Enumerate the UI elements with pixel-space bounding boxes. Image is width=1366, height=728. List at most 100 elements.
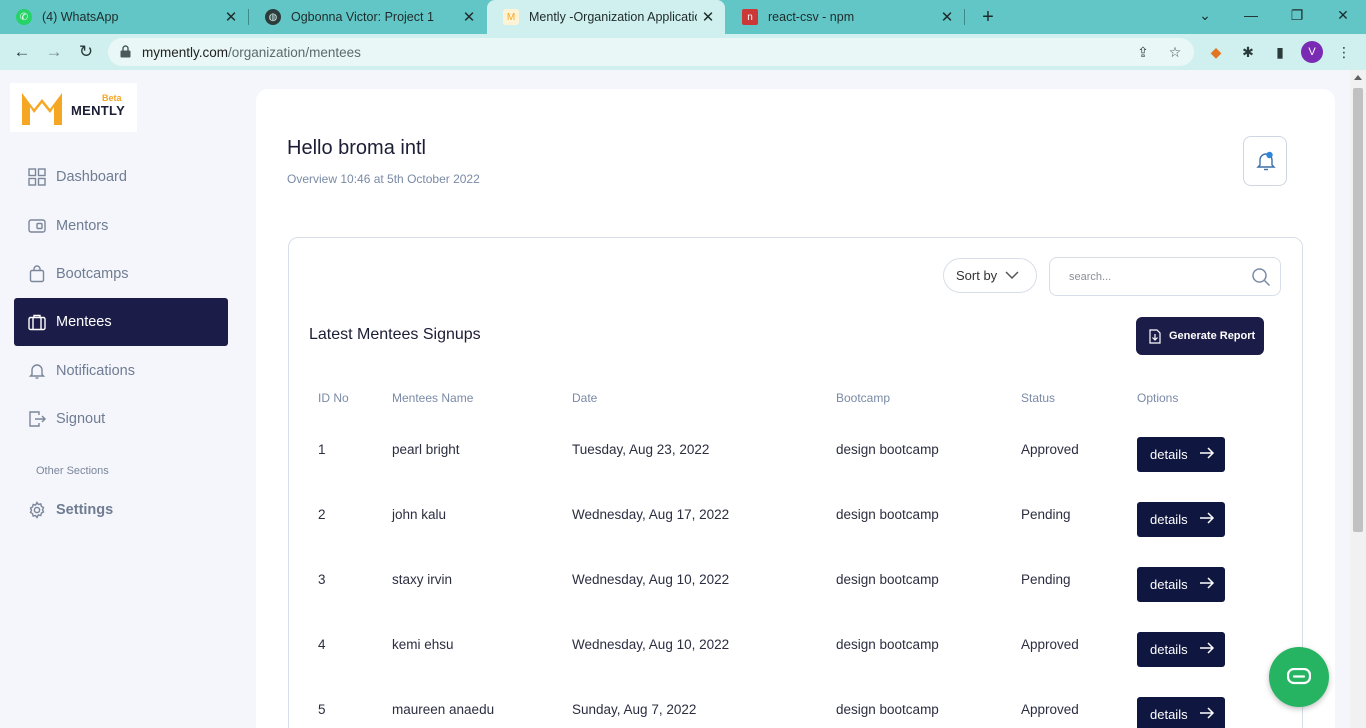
- sidebar-item-settings[interactable]: Settings: [14, 486, 228, 534]
- new-tab-icon[interactable]: +: [976, 5, 1000, 29]
- sidebar-item-label: Signout: [56, 411, 106, 427]
- cell-id: 2: [318, 507, 326, 522]
- cell-id: 3: [318, 572, 326, 587]
- mently-icon: M: [503, 9, 519, 25]
- browser-tab-npm[interactable]: n react-csv - npm ✕: [726, 0, 964, 34]
- scrollbar-thumb[interactable]: [1353, 88, 1363, 532]
- cell-status: Approved: [1021, 637, 1079, 652]
- minimize-icon[interactable]: —: [1228, 0, 1274, 30]
- sidebar-item-notifications[interactable]: Notifications: [14, 347, 228, 395]
- briefcase-icon: [28, 314, 46, 331]
- sidebar-item-label: Dashboard: [56, 169, 127, 185]
- cell-name: staxy irvin: [392, 572, 453, 587]
- sidebar-item-label: Bootcamps: [56, 266, 129, 282]
- cell-date: Sunday, Aug 7, 2022: [572, 702, 697, 717]
- cell-date: Wednesday, Aug 10, 2022: [572, 572, 730, 587]
- generate-report-label: Generate Report: [1169, 330, 1256, 342]
- sidepanel-icon[interactable]: ▮: [1270, 42, 1290, 62]
- search-icon[interactable]: [1251, 267, 1271, 287]
- column-header-status: Status: [1021, 391, 1056, 405]
- details-button[interactable]: details: [1137, 437, 1225, 472]
- sidebar-item-signout[interactable]: Signout: [14, 395, 228, 443]
- sidebar-item-bootcamps[interactable]: Bootcamps: [14, 250, 228, 298]
- details-label: details: [1150, 447, 1188, 462]
- column-header-bootcamp: Bootcamp: [836, 391, 891, 405]
- cell-id: 4: [318, 637, 326, 652]
- chat-icon: [1287, 668, 1311, 685]
- scroll-up-icon[interactable]: [1354, 75, 1362, 80]
- url-path: /organization/mentees: [228, 45, 361, 60]
- details-label: details: [1150, 577, 1188, 592]
- browser-tab-project[interactable]: ◍ Ogbonna Victor: Project 1 ✕: [249, 0, 486, 34]
- sidebar-item-mentors[interactable]: Mentors: [14, 202, 228, 250]
- document-icon: [1149, 328, 1161, 344]
- address-bar[interactable]: mymently.com/organization/mentees ⇪ ☆: [108, 38, 1194, 66]
- page-scrollbar[interactable]: [1350, 70, 1366, 728]
- metamask-icon[interactable]: ◆: [1206, 42, 1226, 62]
- overview-timestamp: Overview 10:46 at 5th October 2022: [287, 172, 480, 186]
- column-header-options: Options: [1137, 391, 1179, 405]
- chat-widget-button[interactable]: [1269, 647, 1329, 707]
- close-icon[interactable]: ✕: [458, 8, 480, 26]
- globe-icon: ◍: [265, 9, 281, 25]
- forward-icon[interactable]: →: [42, 40, 66, 64]
- main-panel: Hello broma intl Overview 10:46 at 5th O…: [256, 89, 1335, 728]
- close-icon[interactable]: ✕: [936, 8, 958, 26]
- browser-tab-whatsapp[interactable]: ✆ (4) WhatsApp ✕: [0, 0, 248, 34]
- sidebar-item-dashboard[interactable]: Dashboard: [14, 153, 228, 201]
- close-icon[interactable]: ✕: [697, 8, 719, 26]
- cell-bootcamp: design bootcamp: [836, 702, 939, 717]
- back-icon[interactable]: ←: [10, 40, 34, 64]
- generate-report-button[interactable]: Generate Report: [1136, 317, 1264, 355]
- other-sections-label: Other Sections: [36, 465, 109, 477]
- brand-name: MENTLY: [71, 103, 126, 118]
- cell-status: Approved: [1021, 442, 1079, 457]
- search-input[interactable]: [1049, 257, 1281, 296]
- extensions-icon[interactable]: ✱: [1238, 42, 1258, 62]
- mently-logo[interactable]: Beta MENTLY: [10, 83, 137, 132]
- chevron-down-icon: [1005, 271, 1019, 280]
- details-button[interactable]: details: [1137, 502, 1225, 537]
- details-label: details: [1150, 512, 1188, 527]
- cell-status: Approved: [1021, 702, 1079, 717]
- details-button[interactable]: details: [1137, 567, 1225, 602]
- column-header-id: ID No: [318, 391, 349, 405]
- npm-icon: n: [742, 9, 758, 25]
- browser-tab-mently[interactable]: M Mently -Organization Application ✕: [487, 0, 725, 34]
- notification-bell-button[interactable]: [1243, 136, 1287, 186]
- tab-title: (4) WhatsApp: [42, 10, 119, 24]
- cell-name: maureen anaedu: [392, 702, 495, 717]
- details-label: details: [1150, 707, 1188, 722]
- chevron-down-icon[interactable]: ⌄: [1182, 0, 1228, 30]
- cell-name: john kalu: [392, 507, 447, 522]
- details-button[interactable]: details: [1137, 632, 1225, 667]
- cell-status: Pending: [1021, 572, 1071, 587]
- star-icon[interactable]: ☆: [1166, 43, 1184, 61]
- cell-date: Wednesday, Aug 10, 2022: [572, 637, 730, 652]
- browser-tabstrip: ✆ (4) WhatsApp ✕ ◍ Ogbonna Victor: Proje…: [0, 0, 1366, 34]
- sort-dropdown[interactable]: Sort by: [943, 258, 1037, 293]
- tab-title: Mently -Organization Application: [529, 10, 697, 24]
- column-header-date: Date: [572, 391, 598, 405]
- share-icon[interactable]: ⇪: [1134, 43, 1152, 61]
- bell-icon: [28, 364, 46, 379]
- notification-bell-icon: [1256, 151, 1276, 171]
- close-icon[interactable]: ✕: [220, 8, 242, 26]
- sidebar-item-label: Mentors: [56, 218, 109, 234]
- restore-icon[interactable]: ❐: [1274, 0, 1320, 30]
- column-header-name: Mentees Name: [392, 391, 474, 405]
- page-title: Hello broma intl: [287, 137, 426, 159]
- beta-label: Beta: [102, 93, 122, 103]
- details-button[interactable]: details: [1137, 697, 1225, 728]
- signout-icon: [29, 411, 46, 427]
- details-label: details: [1150, 642, 1188, 657]
- gear-icon: [29, 501, 45, 519]
- window-close-icon[interactable]: ✕: [1320, 0, 1366, 30]
- reload-icon[interactable]: ↻: [74, 40, 98, 64]
- cell-bootcamp: design bootcamp: [836, 507, 939, 522]
- arrow-right-icon: [1200, 642, 1215, 654]
- profile-avatar[interactable]: V: [1301, 41, 1323, 63]
- sidebar-item-mentees[interactable]: Mentees: [14, 298, 228, 346]
- menu-icon[interactable]: ⋮: [1334, 42, 1354, 62]
- sidebar-item-label: Settings: [56, 502, 114, 518]
